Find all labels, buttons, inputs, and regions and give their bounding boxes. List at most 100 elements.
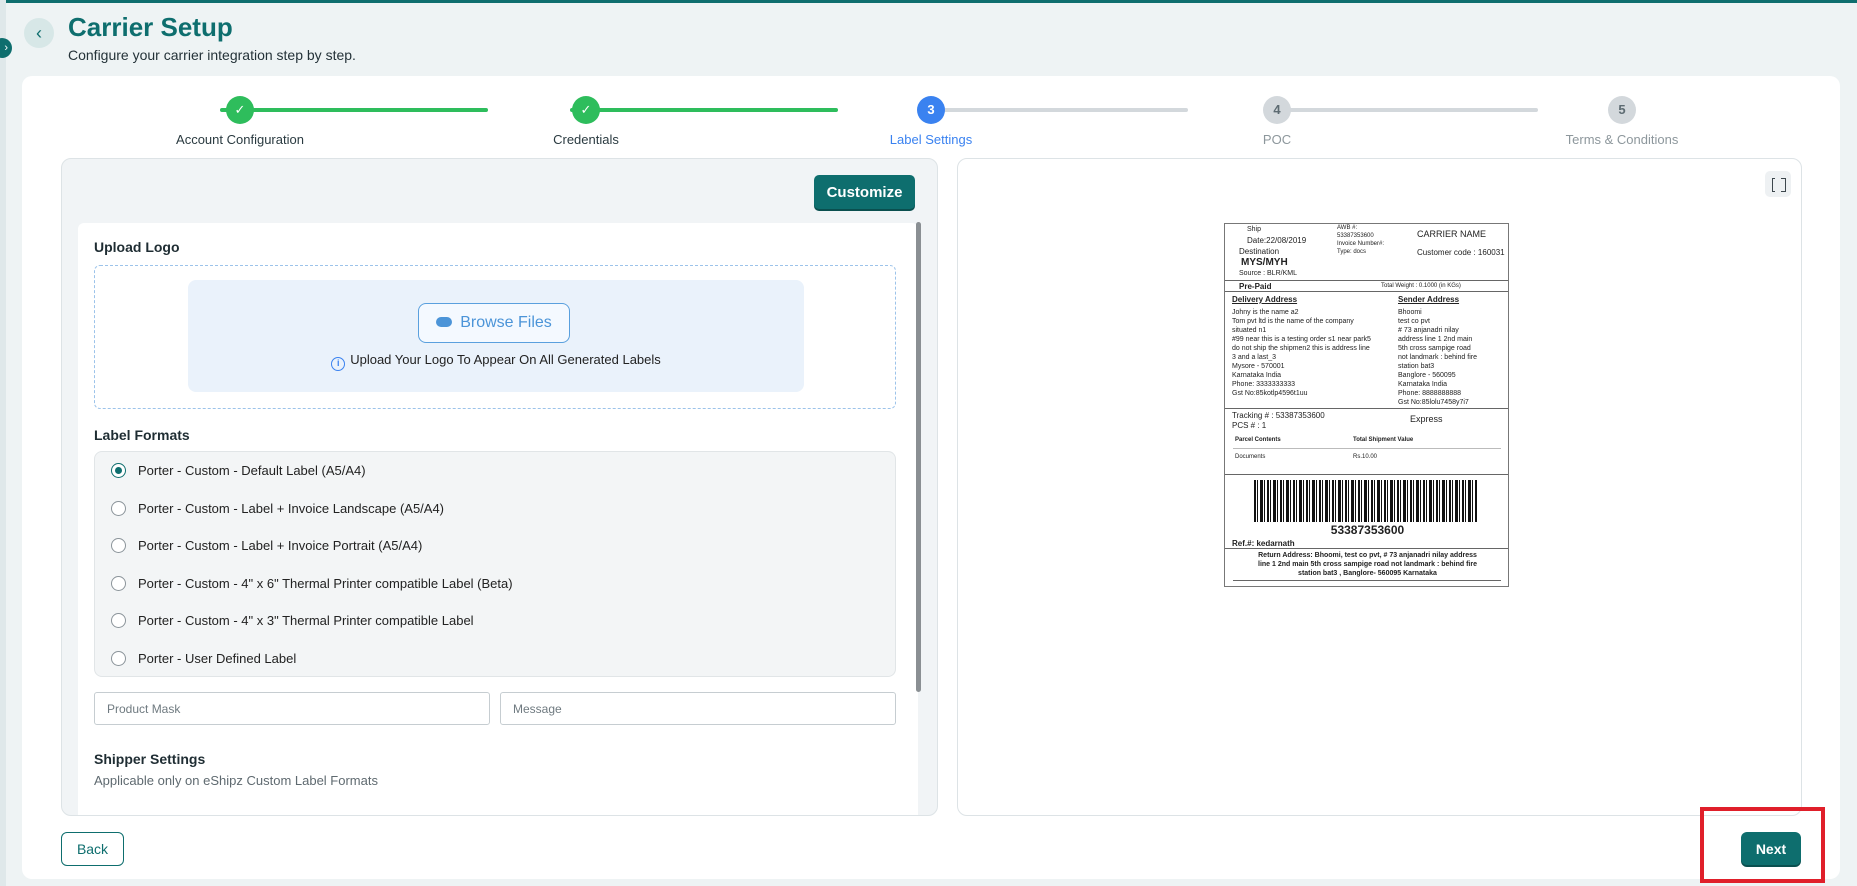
label-text: Express bbox=[1410, 414, 1443, 424]
label-text: #99 near this is a testing order s1 near… bbox=[1232, 336, 1371, 343]
format-option[interactable]: Porter - Custom - 4" x 6" Thermal Printe… bbox=[111, 575, 513, 595]
label-text: Sender Address bbox=[1398, 295, 1460, 304]
label-text: Destination bbox=[1239, 247, 1280, 256]
message-input[interactable] bbox=[500, 692, 896, 725]
label-text: 53387353600 bbox=[1337, 233, 1374, 239]
label-text: Phone: 8888888888 bbox=[1398, 390, 1462, 397]
stepper: ✓ Account Configuration ✓ Credentials 3 … bbox=[150, 94, 1730, 154]
format-option-label: Porter - Custom - 4" x 6" Thermal Printe… bbox=[138, 576, 513, 591]
label-text: Date:22/08/2019 bbox=[1247, 236, 1307, 245]
label-text: Gst No:85lolu7458y7i7 bbox=[1398, 399, 1469, 406]
format-option[interactable]: Porter - User Defined Label bbox=[111, 650, 296, 670]
format-option[interactable]: Porter - Custom - Label + Invoice Portra… bbox=[111, 537, 422, 557]
label-text: station bat3 , Banglore- 560095 Karnatak… bbox=[1298, 570, 1437, 577]
label-divider bbox=[1225, 474, 1508, 475]
check-icon: ✓ bbox=[572, 96, 600, 124]
label-divider bbox=[1225, 408, 1508, 409]
upload-logo-title: Upload Logo bbox=[94, 239, 180, 255]
label-text: Bhoomi bbox=[1398, 309, 1422, 316]
label-text: Total Weight : 0.1000 (in KGs) bbox=[1381, 283, 1461, 289]
upload-hint: i Upload Your Logo To Appear On All Gener… bbox=[188, 352, 804, 371]
customize-button[interactable]: Customize bbox=[814, 175, 915, 209]
label-text: Gst No:85kotlp4596t1uu bbox=[1232, 390, 1308, 397]
step-label: POC bbox=[1262, 132, 1292, 147]
format-option[interactable]: Porter - Custom - Default Label (A5/A4) bbox=[111, 462, 366, 482]
sidebar-toggle-icon[interactable]: › bbox=[0, 38, 12, 58]
logo-dropzone-inner: Browse Files i Upload Your Logo To Appear… bbox=[188, 280, 804, 392]
label-text: Return Address: Bhoomi, test co pvt, # 7… bbox=[1258, 552, 1477, 559]
label-text: Karnataka India bbox=[1398, 381, 1448, 388]
label-text: Phone: 3333333333 bbox=[1232, 381, 1296, 388]
product-mask-input[interactable] bbox=[94, 692, 490, 725]
label-divider bbox=[1233, 448, 1501, 449]
sender-address: Bhoomi test co pvt # 73 anjanadri nilay … bbox=[1398, 308, 1477, 407]
radio-icon[interactable] bbox=[111, 538, 126, 553]
label-text: Banglore - 560095 bbox=[1398, 372, 1456, 379]
label-text: address line 1 2nd main bbox=[1398, 336, 1473, 343]
label-text: Karnataka India bbox=[1232, 372, 1282, 379]
label-text: 5th cross sampige road bbox=[1398, 345, 1471, 352]
step-label: Credentials bbox=[553, 132, 619, 147]
format-option-label: Porter - Custom - Label + Invoice Portra… bbox=[138, 538, 423, 553]
radio-selected-icon[interactable] bbox=[111, 463, 126, 478]
label-divider bbox=[1225, 280, 1508, 281]
radio-icon[interactable] bbox=[111, 501, 126, 516]
label-text: AWB #: bbox=[1337, 225, 1358, 231]
label-text: Parcel Contents bbox=[1235, 437, 1281, 443]
format-option-label: Porter - Custom - Default Label (A5/A4) bbox=[138, 463, 366, 478]
step-credentials[interactable]: ✓ Credentials bbox=[486, 94, 686, 147]
label-text: Tracking # : 53387353600 bbox=[1232, 411, 1325, 420]
browse-files-label: Browse Files bbox=[460, 314, 552, 331]
label-text: station bat3 bbox=[1398, 363, 1435, 370]
step-label: Label Settings bbox=[889, 132, 973, 147]
label-text: line 1 2nd main 5th cross sampige road n… bbox=[1258, 561, 1477, 568]
label-text: MYS/MYH bbox=[1241, 257, 1288, 268]
label-text: not landmark : behind fire bbox=[1398, 354, 1477, 361]
back-button[interactable]: Back bbox=[61, 832, 124, 866]
label-formats-title: Label Formats bbox=[94, 427, 190, 443]
radio-icon[interactable] bbox=[111, 613, 126, 628]
return-address: Return Address: Bhoomi, test co pvt, # 7… bbox=[1225, 551, 1508, 578]
format-option-label: Porter - Custom - 4" x 3" Thermal Printe… bbox=[138, 613, 474, 628]
step-account-configuration[interactable]: ✓ Account Configuration bbox=[140, 94, 340, 147]
step-terms-and-conditions[interactable]: 5 Terms & Conditions bbox=[1522, 94, 1722, 147]
label-divider bbox=[1225, 548, 1508, 549]
radio-icon[interactable] bbox=[111, 576, 126, 591]
label-text: test co pvt bbox=[1398, 318, 1430, 325]
page-title: Carrier Setup bbox=[68, 12, 233, 42]
label-text: PCS # : 1 bbox=[1232, 421, 1267, 430]
label-text: Type: docs bbox=[1337, 249, 1367, 255]
check-icon: ✓ bbox=[226, 96, 254, 124]
barcode bbox=[1254, 480, 1478, 522]
label-text: Rs.10.00 bbox=[1353, 454, 1378, 460]
label-preview-panel: Ship Date:22/08/2019 Destination MYS/MYH… bbox=[957, 158, 1802, 816]
step-poc[interactable]: 4 POC bbox=[1177, 94, 1377, 147]
label-text: Source : BLR/KML bbox=[1239, 270, 1297, 277]
step-label-settings[interactable]: 3 Label Settings bbox=[831, 94, 1031, 147]
shipper-settings-title: Shipper Settings bbox=[94, 751, 206, 767]
page-subtitle: Configure your carrier integration step … bbox=[68, 47, 356, 63]
settings-scroll-area[interactable]: Upload Logo Browse Files i Upload Your Lo… bbox=[78, 223, 918, 815]
fullscreen-icon[interactable] bbox=[1765, 171, 1791, 197]
label-settings-panel: Customize Upload Logo Browse Files i Uplo… bbox=[61, 158, 938, 816]
format-option-label: Porter - User Defined Label bbox=[138, 651, 297, 666]
format-option[interactable]: Porter - Custom - 4" x 3" Thermal Printe… bbox=[111, 612, 474, 632]
step-label: Account Configuration bbox=[176, 132, 304, 147]
browse-files-button[interactable]: Browse Files bbox=[418, 303, 570, 343]
format-option-label: Porter - Custom - Label + Invoice Landsc… bbox=[138, 501, 445, 516]
format-option[interactable]: Porter - Custom - Label + Invoice Landsc… bbox=[111, 500, 444, 520]
label-text: Customer code : 160031 bbox=[1417, 248, 1505, 257]
radio-icon[interactable] bbox=[111, 651, 126, 666]
step-label: Terms & Conditions bbox=[1565, 132, 1679, 147]
label-formats-list: Porter - Custom - Default Label (A5/A4) … bbox=[94, 451, 896, 677]
sidebar-rail bbox=[0, 0, 6, 886]
scrollbar-thumb[interactable] bbox=[916, 222, 921, 692]
label-text: Delivery Address bbox=[1232, 295, 1298, 304]
label-text: Ref.#: kedarnath bbox=[1232, 539, 1295, 548]
logo-dropzone[interactable]: Browse Files i Upload Your Logo To Appear… bbox=[94, 265, 896, 409]
label-text: Pre-Paid bbox=[1239, 282, 1272, 291]
header-back-button[interactable]: ‹ bbox=[24, 18, 54, 48]
label-text: # 73 anjanadri nilay bbox=[1398, 327, 1459, 334]
label-text: Invoice Number#: bbox=[1337, 241, 1385, 247]
step-number: 4 bbox=[1263, 96, 1291, 124]
